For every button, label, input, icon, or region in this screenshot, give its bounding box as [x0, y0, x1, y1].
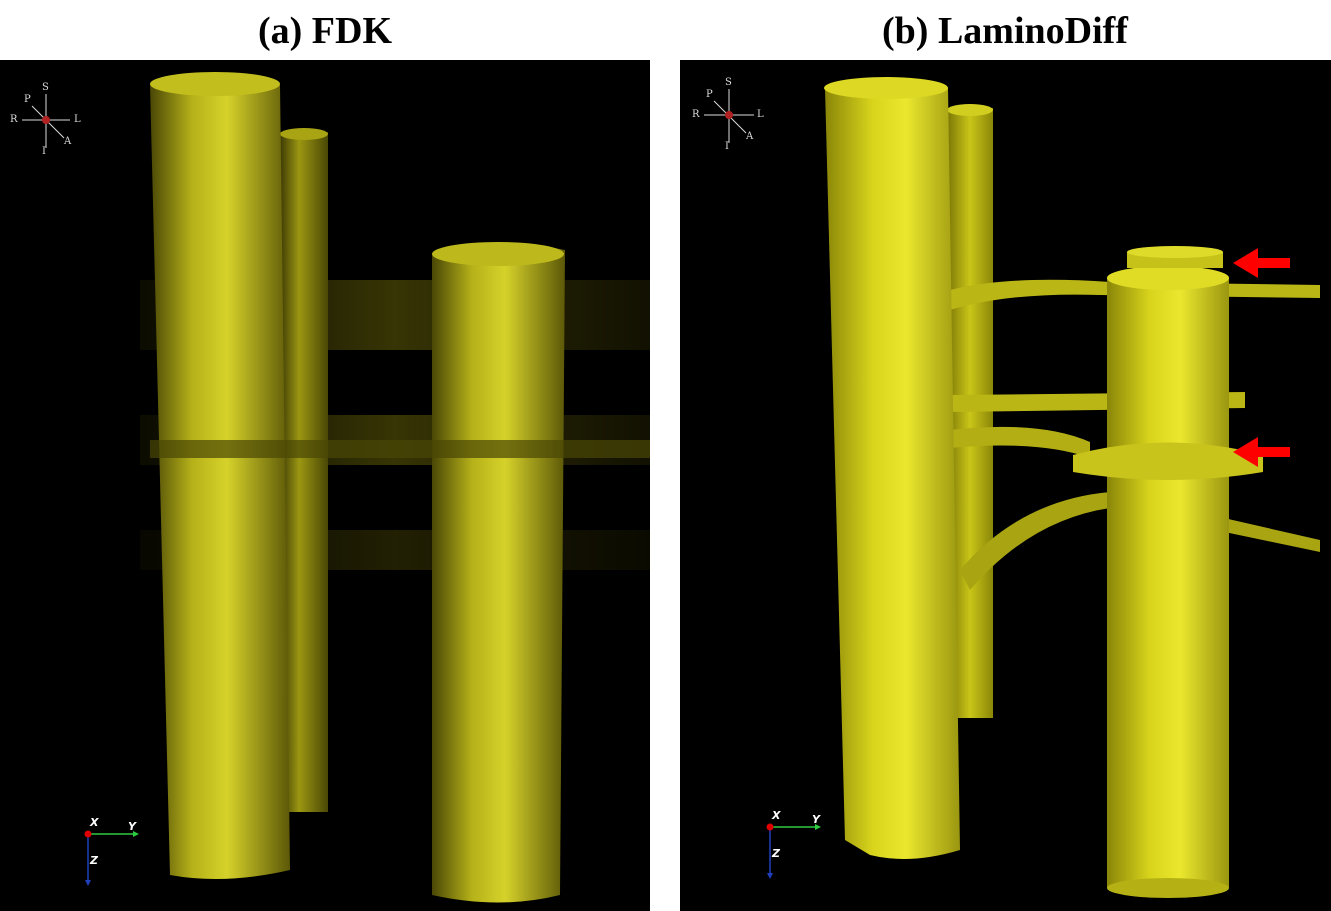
orient-a: A	[64, 136, 72, 147]
back-cylinder-top	[280, 128, 328, 140]
orientation-marker: S P R L A I	[10, 80, 90, 160]
right-cylinder	[432, 243, 565, 903]
panel-b-render: S P R L A I X Y Z	[680, 60, 1331, 911]
middle-ring	[1073, 442, 1263, 480]
orient-a: A	[746, 131, 754, 142]
orient-i: I	[42, 146, 46, 157]
left-cylinder	[150, 77, 290, 879]
axis-x-label: X	[772, 809, 781, 822]
laminodiff-volume-render	[824, 77, 1320, 898]
panel-a-title: (a) FDK	[257, 10, 393, 52]
left-cylinder	[825, 81, 960, 859]
axis-x-label: X	[90, 816, 99, 829]
right-cylinder-top	[1107, 266, 1229, 290]
orient-r: R	[692, 109, 700, 120]
axis-y-label: Y	[128, 820, 136, 833]
panel-a-render: S P R L A I X Y Z	[0, 60, 650, 911]
axis-triad: X Y Z	[78, 812, 158, 892]
axis-z-label: Z	[90, 854, 98, 867]
orient-p: P	[706, 89, 713, 100]
red-arrow-icon	[1233, 248, 1290, 278]
orientation-marker: S P R L A I	[690, 75, 770, 155]
right-cylinder-top	[432, 242, 564, 266]
upper-ring-top	[1127, 246, 1223, 258]
left-cylinder-top	[824, 77, 948, 99]
axis-z-label: Z	[772, 847, 780, 860]
panel-b-title: (b) LaminoDiff	[882, 10, 1128, 52]
orient-r: R	[10, 114, 18, 125]
orient-s: S	[725, 77, 732, 88]
axis-y-label: Y	[812, 813, 820, 826]
right-cylinder-bottom	[1107, 878, 1229, 898]
back-cylinder-top	[947, 104, 993, 116]
left-cylinder-top	[150, 72, 280, 96]
orient-l: L	[757, 109, 764, 120]
axis-triad: X Y Z	[760, 805, 840, 885]
orient-l: L	[74, 114, 81, 125]
orient-p: P	[24, 94, 31, 105]
right-cylinder	[1107, 278, 1229, 888]
orient-s: S	[42, 82, 49, 93]
fdk-volume-render	[140, 72, 650, 903]
orient-i: I	[725, 141, 729, 152]
artifact-slab	[150, 440, 650, 458]
